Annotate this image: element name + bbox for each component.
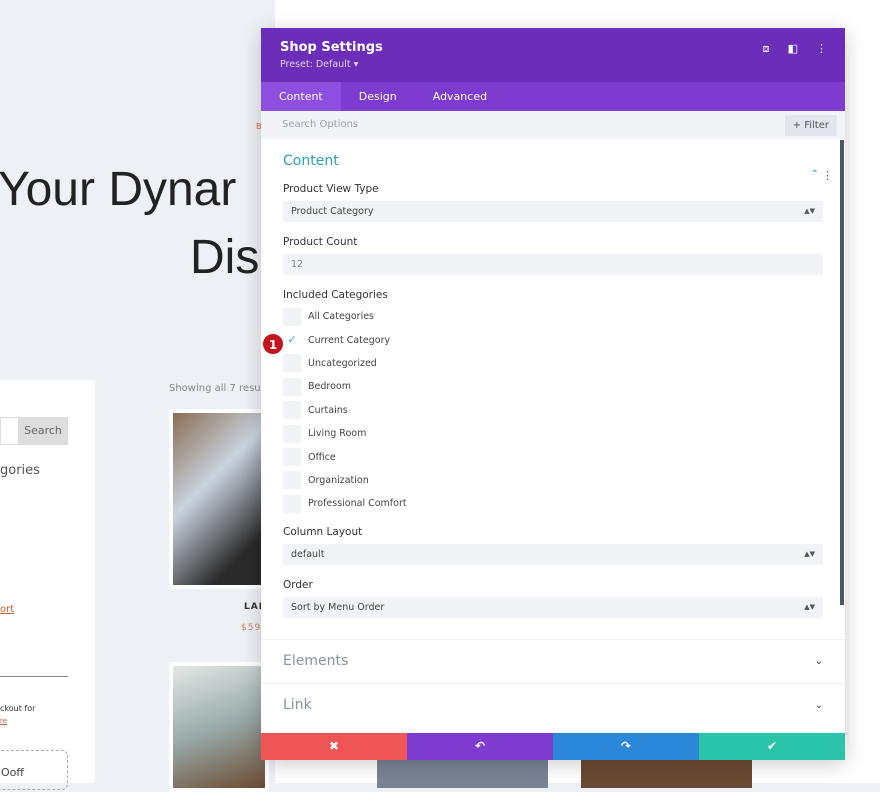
section-title-content[interactable]: Content [283, 153, 823, 175]
sidebar-link[interactable]: ort [0, 604, 14, 615]
product-image [377, 758, 548, 788]
redo-button[interactable]: ↷ [553, 733, 699, 760]
category-label: Professional Comfort [308, 498, 407, 510]
tab-content[interactable]: Content [261, 82, 341, 111]
step-badge: 1 [262, 333, 284, 355]
panel-tabs: Content Design Advanced [261, 82, 845, 111]
category-checkbox[interactable]: Bedroom [283, 375, 823, 398]
product-count-label: Product Count [283, 236, 358, 248]
hero-title-line1: Your Dynar [0, 163, 237, 216]
chevron-down-icon: ⌄ [814, 699, 823, 711]
coupon-text: Ooff [1, 766, 24, 779]
category-checkbox[interactable]: All Categories [283, 305, 823, 328]
save-button[interactable]: ✔ [699, 733, 845, 760]
category-checkbox[interactable]: Organization [283, 469, 823, 492]
split-view-icon[interactable]: ◧ [788, 42, 798, 56]
results-count: Showing all 7 results [169, 383, 273, 394]
checkmark-icon[interactable]: ✓ [283, 331, 301, 349]
chevron-up-icon[interactable]: ⌃ [811, 169, 819, 180]
section-link[interactable]: Link ⌄ [261, 682, 845, 727]
category-list: All Categories ✓ Current Category Uncategor… [283, 305, 823, 516]
checkout-text: ckout for [0, 704, 36, 713]
divider [0, 676, 68, 677]
product-search-input[interactable] [0, 417, 18, 445]
category-label: Office [308, 451, 336, 463]
product-view-type-select[interactable]: Product Category ▲▼ [283, 201, 823, 222]
product-search-button[interactable]: Search [18, 417, 68, 445]
search-options-input[interactable]: Search Options + Filter [261, 111, 845, 139]
included-categories-label: Included Categories [283, 289, 388, 301]
checkbox[interactable] [283, 424, 301, 443]
checkbox[interactable] [283, 494, 301, 513]
cancel-button[interactable]: ✖ [261, 733, 407, 760]
section-title: Link [283, 697, 312, 714]
category-checkbox[interactable]: Professional Comfort [283, 492, 823, 515]
checkbox[interactable] [283, 471, 301, 490]
category-checkbox[interactable]: Uncategorized [283, 352, 823, 375]
preset-dropdown[interactable]: Preset: Default ▾ [280, 59, 826, 70]
search-placeholder: Search Options [282, 119, 359, 130]
panel-header: Shop Settings Preset: Default ▾ ⧈ ◧ ⋮ [261, 28, 845, 82]
select-value: default [291, 548, 325, 560]
shop-settings-panel: Shop Settings Preset: Default ▾ ⧈ ◧ ⋮ Co… [261, 28, 845, 760]
tab-design[interactable]: Design [341, 82, 415, 111]
category-label: Current Category [308, 334, 391, 346]
checkbox[interactable] [283, 354, 301, 373]
category-label: All Categories [308, 311, 375, 323]
category-checkbox[interactable]: Curtains [283, 399, 823, 422]
category-label: Living Room [308, 428, 367, 440]
product-count-input[interactable]: 12 [283, 254, 823, 275]
select-value: Product Category [291, 206, 374, 217]
product-image [173, 413, 265, 585]
category-checkbox[interactable]: ✓ Current Category [283, 328, 823, 351]
coupon-box: Ooff [0, 750, 68, 790]
checkbox[interactable] [283, 401, 301, 420]
tab-advanced[interactable]: Advanced [415, 82, 505, 111]
select-value: Sort by Menu Order [291, 601, 385, 613]
panel-title: Shop Settings [280, 40, 383, 55]
chevron-down-icon: ⌄ [814, 655, 823, 667]
category-checkbox[interactable]: Living Room [283, 422, 823, 445]
category-label: Uncategorized [308, 357, 377, 369]
order-label: Order [283, 578, 313, 591]
category-label: Curtains [308, 404, 348, 416]
product-card[interactable] [169, 409, 269, 589]
section-title: Elements [283, 653, 349, 670]
product-view-type-label: Product View Type [283, 183, 379, 195]
categories-heading: gories [0, 463, 40, 478]
checkout-link[interactable]: re [0, 717, 7, 725]
hero-title-line2: Dis [190, 231, 260, 284]
select-arrows-icon: ▲▼ [804, 549, 815, 558]
select-arrows-icon: ▲▼ [804, 207, 815, 215]
select-arrows-icon: ▲▼ [804, 602, 815, 611]
filter-button[interactable]: + Filter [784, 115, 837, 136]
more-icon[interactable]: ⋮ [816, 42, 827, 56]
section-more-icon[interactable]: ⋮ [822, 169, 833, 182]
order-select[interactable]: Sort by Menu Order ▲▼ [283, 596, 823, 618]
fullscreen-icon[interactable]: ⧈ [763, 42, 770, 56]
section-elements[interactable]: Elements ⌄ [261, 638, 845, 683]
column-layout-label: Column Layout [283, 525, 363, 538]
category-checkbox[interactable]: Office [283, 445, 823, 468]
checkbox[interactable] [283, 377, 301, 396]
column-layout-select[interactable]: default ▲▼ [283, 543, 823, 565]
checkbox[interactable] [283, 307, 301, 326]
category-label: Bedroom [308, 381, 351, 393]
product-image [581, 758, 752, 788]
checkbox[interactable] [283, 448, 301, 467]
product-image [173, 666, 265, 788]
panel-scrollbar[interactable] [840, 140, 844, 605]
category-label: Organization [308, 474, 369, 486]
panel-footer: ✖ ↶ ↷ ✔ [261, 733, 845, 760]
product-card[interactable] [169, 662, 269, 792]
undo-button[interactable]: ↶ [407, 733, 553, 760]
